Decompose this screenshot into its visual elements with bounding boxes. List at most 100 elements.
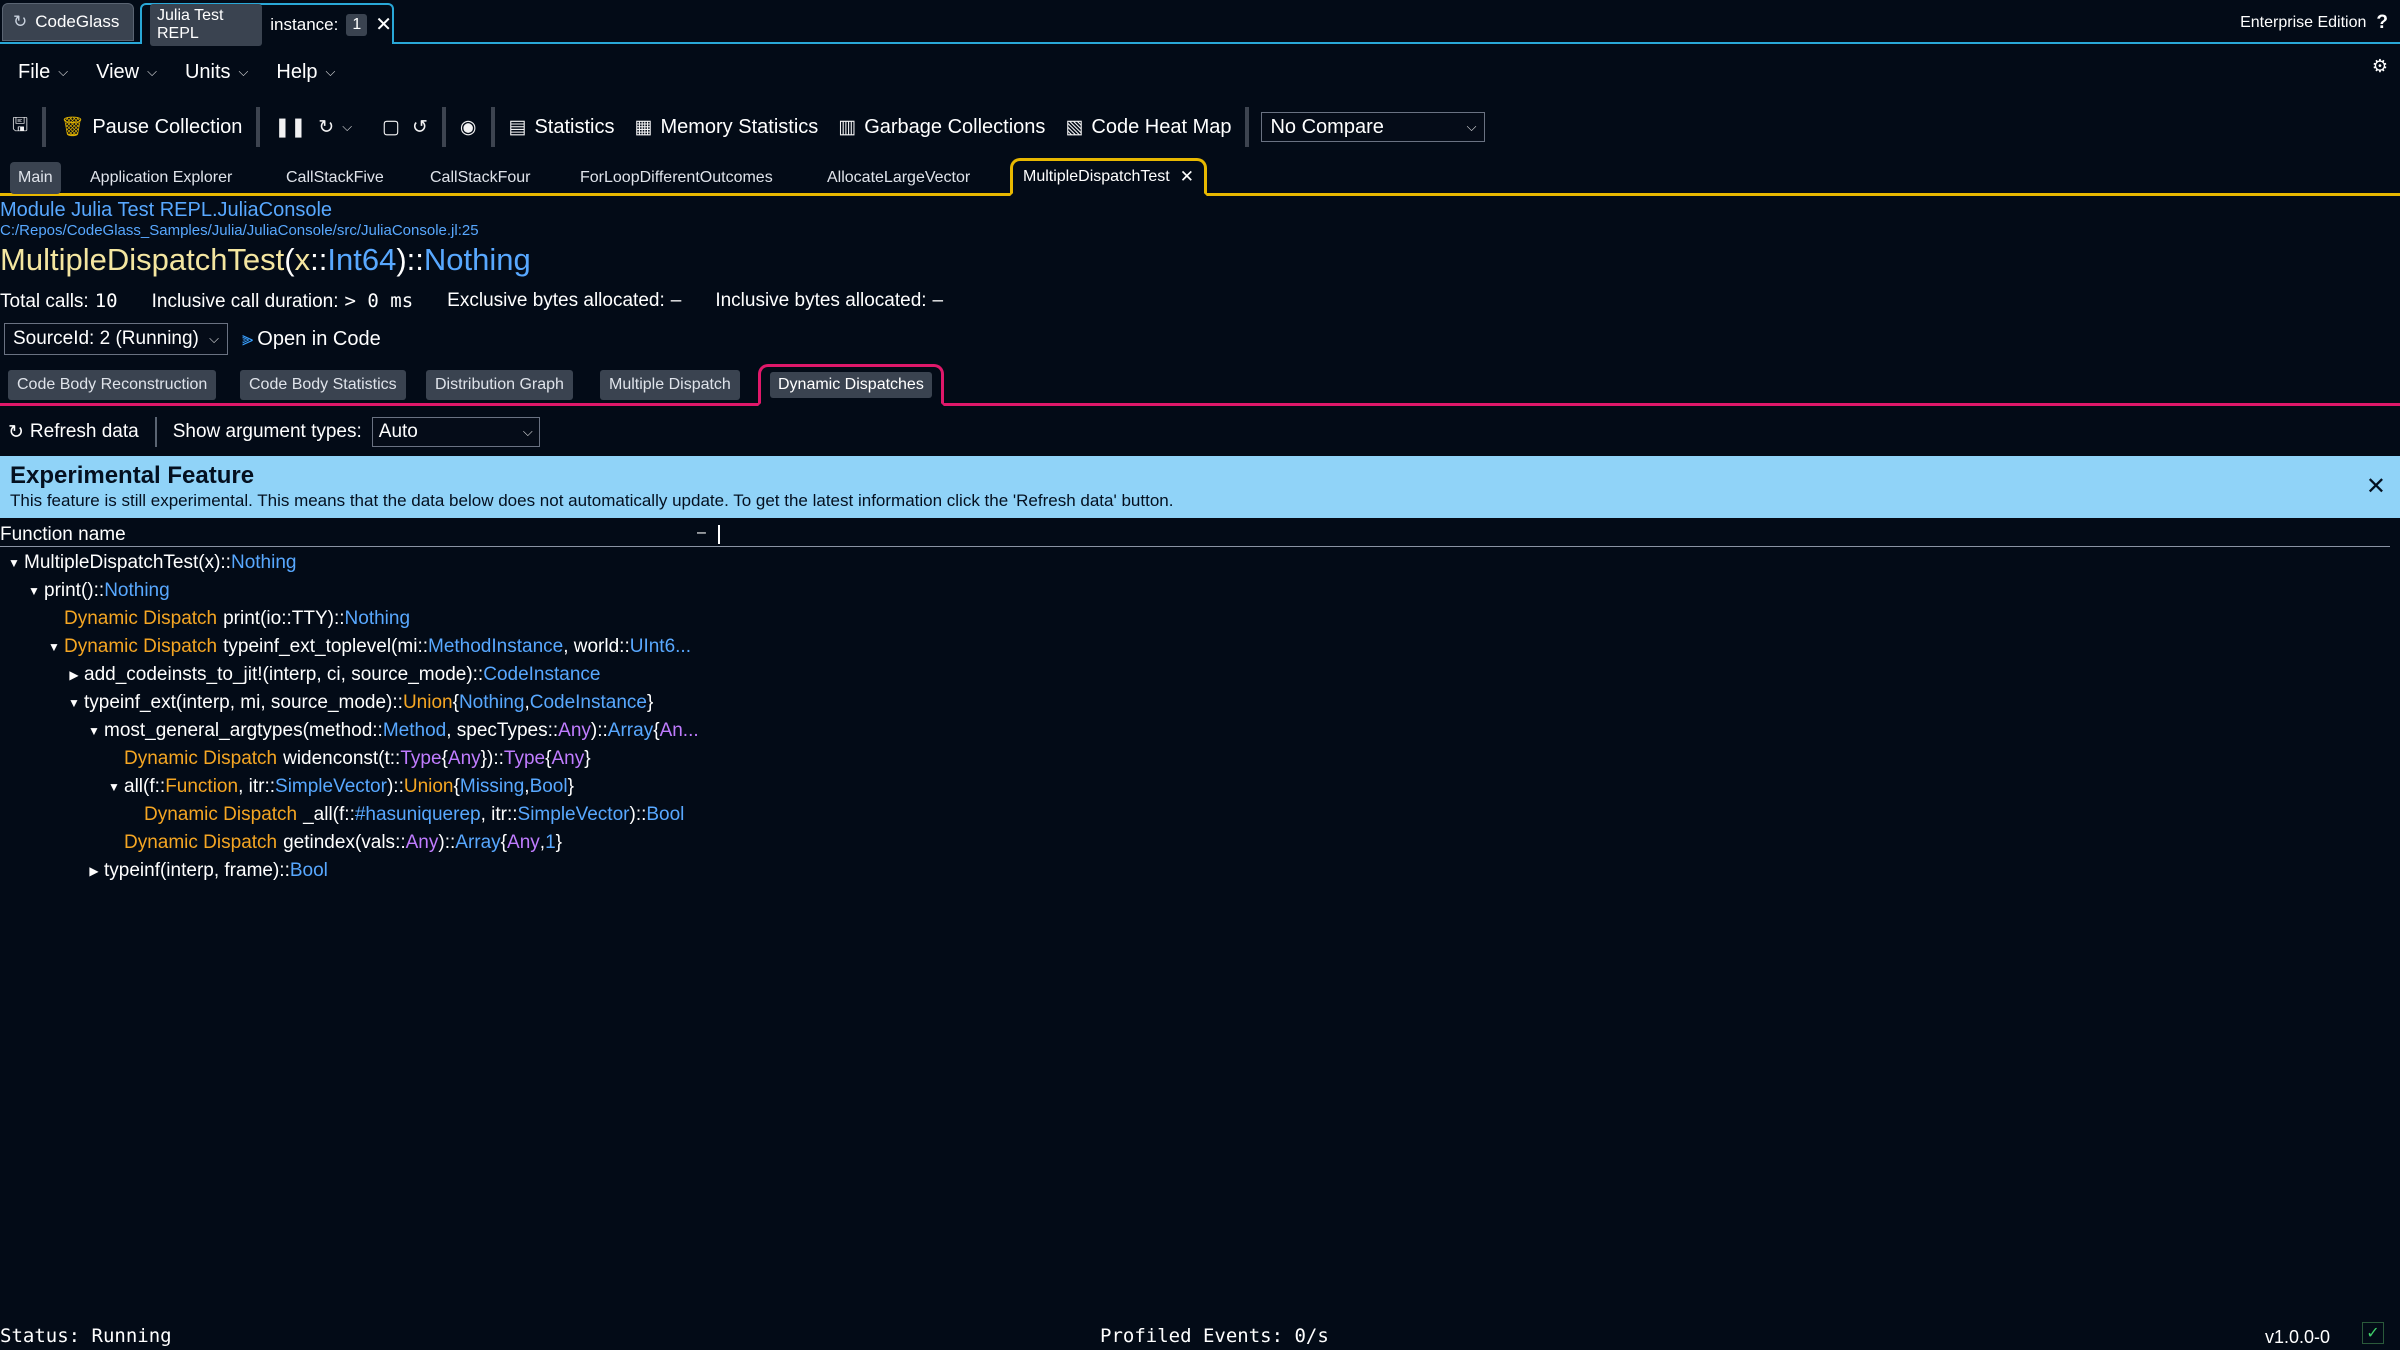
gear-icon[interactable]: ⚙ — [2372, 56, 2388, 77]
vscode-icon: ⫸ — [242, 327, 254, 350]
expanded-triangle-icon[interactable]: ▼ — [24, 584, 44, 598]
save-button[interactable]: 🖫 — [0, 111, 34, 143]
column-splitter[interactable]: – — [697, 524, 706, 542]
expanded-triangle-icon[interactable]: ▼ — [104, 780, 124, 794]
tab-allocatelargevector[interactable]: AllocateLargeVector — [817, 162, 980, 194]
tree-row-text: typeinf_ext(interp, mi, source_mode) — [84, 692, 393, 713]
expanded-triangle-icon[interactable]: ▼ — [64, 696, 84, 710]
tree-row[interactable]: Dynamic Dispatch getindex(vals:: Any):: Arr… — [0, 829, 1000, 857]
tab-application-explorer[interactable]: Application Explorer — [80, 162, 242, 194]
tab-distribution-graph[interactable]: Distribution Graph — [426, 370, 573, 400]
collapsed-triangle-icon[interactable]: ▶ — [64, 668, 84, 682]
open-in-code-label: Open in Code — [257, 327, 381, 350]
tree-row-punct: :: — [264, 776, 276, 797]
dynamic-dispatch-label: Dynamic Dispatch — [64, 608, 218, 629]
menu-view-label: View — [96, 60, 140, 83]
restart-button[interactable]: ↺ — [406, 116, 434, 139]
memory-statistics-button[interactable]: ▦ Memory Statistics — [629, 116, 825, 139]
session-tab[interactable]: Julia Test REPL instance: 1 ✕ — [140, 3, 394, 46]
tree-row-type: An... — [659, 720, 699, 741]
tree-row[interactable]: ▼ print():: Nothing — [0, 577, 1000, 605]
show-arg-types-select[interactable]: Auto ⌵ — [371, 417, 540, 447]
edition-info: Enterprise Edition ? — [2240, 12, 2388, 34]
close-icon[interactable]: ✕ — [1180, 167, 1194, 187]
dynamic-dispatch-label: Dynamic Dispatch — [124, 832, 278, 853]
expanded-triangle-icon[interactable]: ▼ — [84, 724, 104, 738]
tab-forloopdifferentoutcomes[interactable]: ForLoopDifferentOutcomes — [570, 162, 783, 194]
refresh-button[interactable]: ↻ Refresh data — [8, 421, 139, 444]
tab-callstackfive[interactable]: CallStackFive — [276, 162, 394, 194]
tab-code-body-reconstruction[interactable]: Code Body Reconstruction — [8, 370, 217, 400]
tab-code-body-statistics[interactable]: Code Body Statistics — [240, 370, 406, 400]
check-icon: ✓ — [2362, 1322, 2384, 1344]
tree-row[interactable]: ▼ Dynamic Dispatch typeinf_ext_toplevel(mi… — [0, 633, 1000, 661]
menu-units-label: Units — [184, 60, 231, 83]
param-type: Int64 — [327, 242, 397, 277]
tree-row-punct: :: — [372, 720, 383, 741]
pause-collection-button[interactable]: 🗑 Pause Collection — [54, 115, 248, 139]
tree-row[interactable]: Dynamic Dispatch _all(f:: #hasuniquerep, i… — [0, 801, 1000, 829]
tab-callstackfour[interactable]: CallStackFour — [420, 162, 540, 194]
tree-row[interactable]: ▼ MultipleDispatchTest(x):: Nothing — [0, 549, 1000, 577]
tab-multipledispatchtest[interactable]: MultipleDispatchTest ✕ — [1010, 158, 1207, 196]
source-path-link[interactable]: C:/Repos/CodeGlass_Samples/Julia/JuliaCo… — [0, 222, 479, 239]
tab-application-explorer-label: Application Explorer — [90, 169, 233, 186]
menu-view[interactable]: View ⌵ — [96, 61, 157, 84]
code-heat-map-button[interactable]: ▧ Code Heat Map — [1059, 116, 1237, 139]
compare-select[interactable]: No Compare ⌵ — [1261, 112, 1486, 142]
source-select[interactable]: SourceId: 2 (Running) ⌵ — [4, 323, 228, 355]
menu-file[interactable]: File ⌵ — [18, 61, 68, 84]
close-icon[interactable]: ✕ — [375, 12, 392, 37]
step-dropdown-button[interactable]: ↻ ⌵ — [312, 116, 358, 139]
chevron-down-icon: ⌵ — [238, 64, 249, 79]
menu-help[interactable]: Help ⌵ — [276, 61, 335, 84]
collapsed-triangle-icon[interactable]: ▶ — [84, 864, 104, 878]
tree-row-type: Any — [558, 720, 591, 741]
tree-row[interactable]: ▼ all(f:: Function, itr:: SimpleVector):: Un… — [0, 773, 1000, 801]
open-in-code-button[interactable]: ⫸ Open in Code — [242, 328, 381, 351]
tab-dynamic-dispatches[interactable]: Dynamic Dispatches — [758, 364, 944, 406]
tree-row[interactable]: ▶ add_codeinsts_to_jit!(interp, ci, sourc… — [0, 661, 1000, 689]
tab-callstackfive-label: CallStackFive — [286, 169, 384, 186]
tab-main-label: Main — [18, 169, 53, 186]
pause-button[interactable]: ❚❚ — [268, 116, 312, 139]
tab-multiple-dispatch[interactable]: Multiple Dispatch — [600, 370, 740, 400]
garbage-collections-button[interactable]: ▥ Garbage Collections — [832, 116, 1051, 139]
menu-units[interactable]: Units ⌵ — [185, 61, 248, 84]
help-icon[interactable]: ? — [2376, 12, 2388, 34]
statistics-button[interactable]: ▤ Statistics — [503, 116, 621, 139]
app-tab[interactable]: ↻ CodeGlass — [2, 3, 134, 41]
version-label: v1.0.0-0 — [2264, 1327, 2330, 1347]
tree-row[interactable]: Dynamic Dispatch widenconst(t:: Type{Any})… — [0, 745, 1000, 773]
tree-row[interactable]: ▶ typeinf(interp, frame):: Bool — [0, 857, 1000, 885]
expanded-triangle-icon[interactable]: ▼ — [44, 640, 64, 654]
inclusive-duration-value: > 0 ms — [344, 290, 414, 312]
tree-row-type: MethodInstance — [428, 636, 564, 657]
exclusive-bytes-stat: Exclusive bytes allocated: – — [447, 290, 681, 313]
total-calls-value: 10 — [94, 290, 118, 312]
tree-row-type: Any — [507, 832, 540, 853]
stop-button[interactable]: ▢ — [376, 116, 406, 139]
close-icon[interactable]: ✕ — [2366, 472, 2386, 501]
expanded-triangle-icon[interactable]: ▼ — [4, 556, 24, 570]
tree-row-type: Type — [400, 748, 442, 769]
tree-row[interactable]: Dynamic Dispatch print(io:: TTY):: Nothing — [0, 605, 1000, 633]
param-name: x — [294, 242, 311, 277]
toolbar-separator — [42, 107, 47, 147]
trash-pause-icon: 🗑 — [60, 117, 85, 138]
tree-row-punct: :: — [344, 804, 355, 825]
controls-row: ↻ Refresh data Show argument types: Auto… — [8, 417, 540, 447]
compare-value: No Compare — [1270, 115, 1384, 138]
experimental-banner: Experimental Feature This feature is sti… — [0, 456, 2400, 518]
tree-row-text: MultipleDispatchTest(x) — [24, 552, 221, 573]
record-button[interactable]: ◉ — [454, 116, 483, 139]
source-row: SourceId: 2 (Running) ⌵ ⫸ Open in Code — [4, 323, 381, 355]
column-resize-caret[interactable] — [718, 525, 720, 544]
tree-row[interactable]: ▼ typeinf_ext(interp, mi, source_mode):: U… — [0, 689, 1000, 717]
tree-row[interactable]: ▼ most_general_argtypes(method:: Method, s… — [0, 717, 1000, 745]
inclusive-bytes-stat: Inclusive bytes allocated: – — [715, 290, 943, 313]
module-link[interactable]: Module Julia Test REPL.JuliaConsole — [0, 199, 332, 222]
tab-main[interactable]: Main — [10, 162, 61, 194]
save-icon: 🖫 — [12, 115, 29, 136]
tree-row-type: SimpleVector — [275, 776, 387, 797]
